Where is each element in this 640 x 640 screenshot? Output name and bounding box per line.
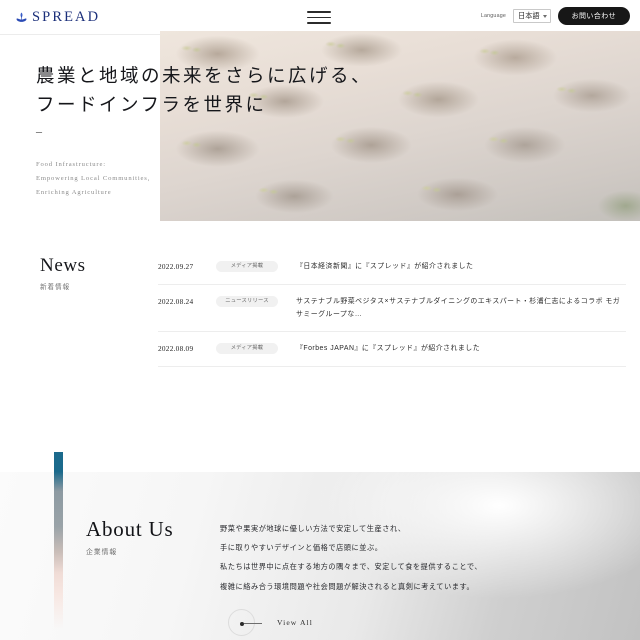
hamburger-menu-icon[interactable] [307,11,331,24]
language-label: Language [480,13,507,19]
hamburger-line-1 [307,11,331,13]
about-subtitle: 企業情報 [86,549,118,557]
site-logo[interactable]: SPREAD [14,10,100,25]
hero-subcopy-line-2: Empowering Local Communities, [36,174,151,182]
news-heading: News 新着情報 [40,255,86,291]
news-tag: ニュースリリース [216,295,278,307]
news-title: News [40,255,86,276]
hero-section: 農業と地域の未来をさらに広げる、 フードインフラを世界に – Food Infr… [0,31,640,221]
hero-dash: – [36,124,43,139]
news-item[interactable]: 2022.08.24 ニュースリリース サステナブル野菜ベジタス×サステナブルダ… [158,285,626,333]
header-actions: Language 日本語 お問い合わせ [481,7,630,25]
about-heading: About Us 企業情報 [86,517,174,557]
news-item[interactable]: 2022.08.09 メディア掲載 『Forbes JAPAN』に『スプレッド』… [158,332,626,368]
hero-subcopy-line-3: Enriching Agriculture [36,188,112,196]
hamburger-line-2 [307,16,331,19]
news-headline[interactable]: 『日本経済新聞』に『スプレッド』が紹介されました [296,261,626,274]
news-subtitle: 新着情報 [40,283,70,291]
chevron-down-icon [542,15,547,18]
site-header: SPREAD Language 日本語 お問い合わせ [0,0,640,34]
view-all-circle-icon [228,608,262,636]
about-accent-bar [54,452,63,630]
hero-headline-line-1: 農業と地域の未来をさらに広げる、 [36,67,373,87]
news-headline[interactable]: サステナブル野菜ベジタス×サステナブルダイニングのエキスパート・杉浦仁志によるコ… [296,296,626,322]
news-headline[interactable]: 『Forbes JAPAN』に『スプレッド』が紹介されました [296,343,626,356]
arrow-line-icon [244,623,262,624]
about-paragraph-3: 私たちは世界中に点在する地方の隅々まで、安定して食を提供することで、 [220,562,483,572]
news-item[interactable]: 2022.09.27 メディア掲載 『日本経済新聞』に『スプレッド』が紹介されま… [158,250,626,285]
hero-subcopy: Food Infrastructure: Empowering Local Co… [36,158,372,201]
about-view-all-button[interactable]: View All [228,608,313,636]
hamburger-line-3 [307,22,331,24]
hero-copy: 農業と地域の未来をさらに広げる、 フードインフラを世界に – Food Infr… [36,63,372,200]
logo-wordmark: SPREAD [32,8,101,25]
about-paragraph-2: 手に取りやすいデザインと価格で店頭に並ぶ。 [220,543,383,553]
contact-button[interactable]: お問い合わせ [557,7,630,25]
news-list: 2022.09.27 メディア掲載 『日本経済新聞』に『スプレッド』が紹介されま… [158,250,626,368]
page-root: SPREAD Language 日本語 お問い合わせ 農業と地域の未来をさらに広… [0,0,640,640]
news-date: 2022.09.27 [158,262,194,271]
about-body-text: 野菜や果実が地球に優しい方法で安定して生産され、 手に取りやすいデザインと価格で… [220,524,482,601]
language-select[interactable]: 日本語 [513,9,551,23]
hero-headline-line-2: フードインフラを世界に [36,95,267,116]
about-title: About Us [86,517,174,541]
about-paragraph-4: 複雑に絡み合う環境問題や社会問題が解決されると真剣に考えています。 [220,581,475,591]
news-date: 2022.08.24 [158,296,194,306]
view-all-label: View All [277,617,313,627]
news-tag: メディア掲載 [216,343,278,355]
language-selected-value: 日本語 [518,11,540,20]
hero-subcopy-line-1: Food Infrastructure: [36,160,106,168]
about-paragraph-1: 野菜や果実が地球に優しい方法で安定して生産され、 [220,524,406,533]
sprout-leaf-icon [16,12,27,22]
news-tag: メディア掲載 [216,261,278,272]
news-date: 2022.08.09 [158,344,194,354]
